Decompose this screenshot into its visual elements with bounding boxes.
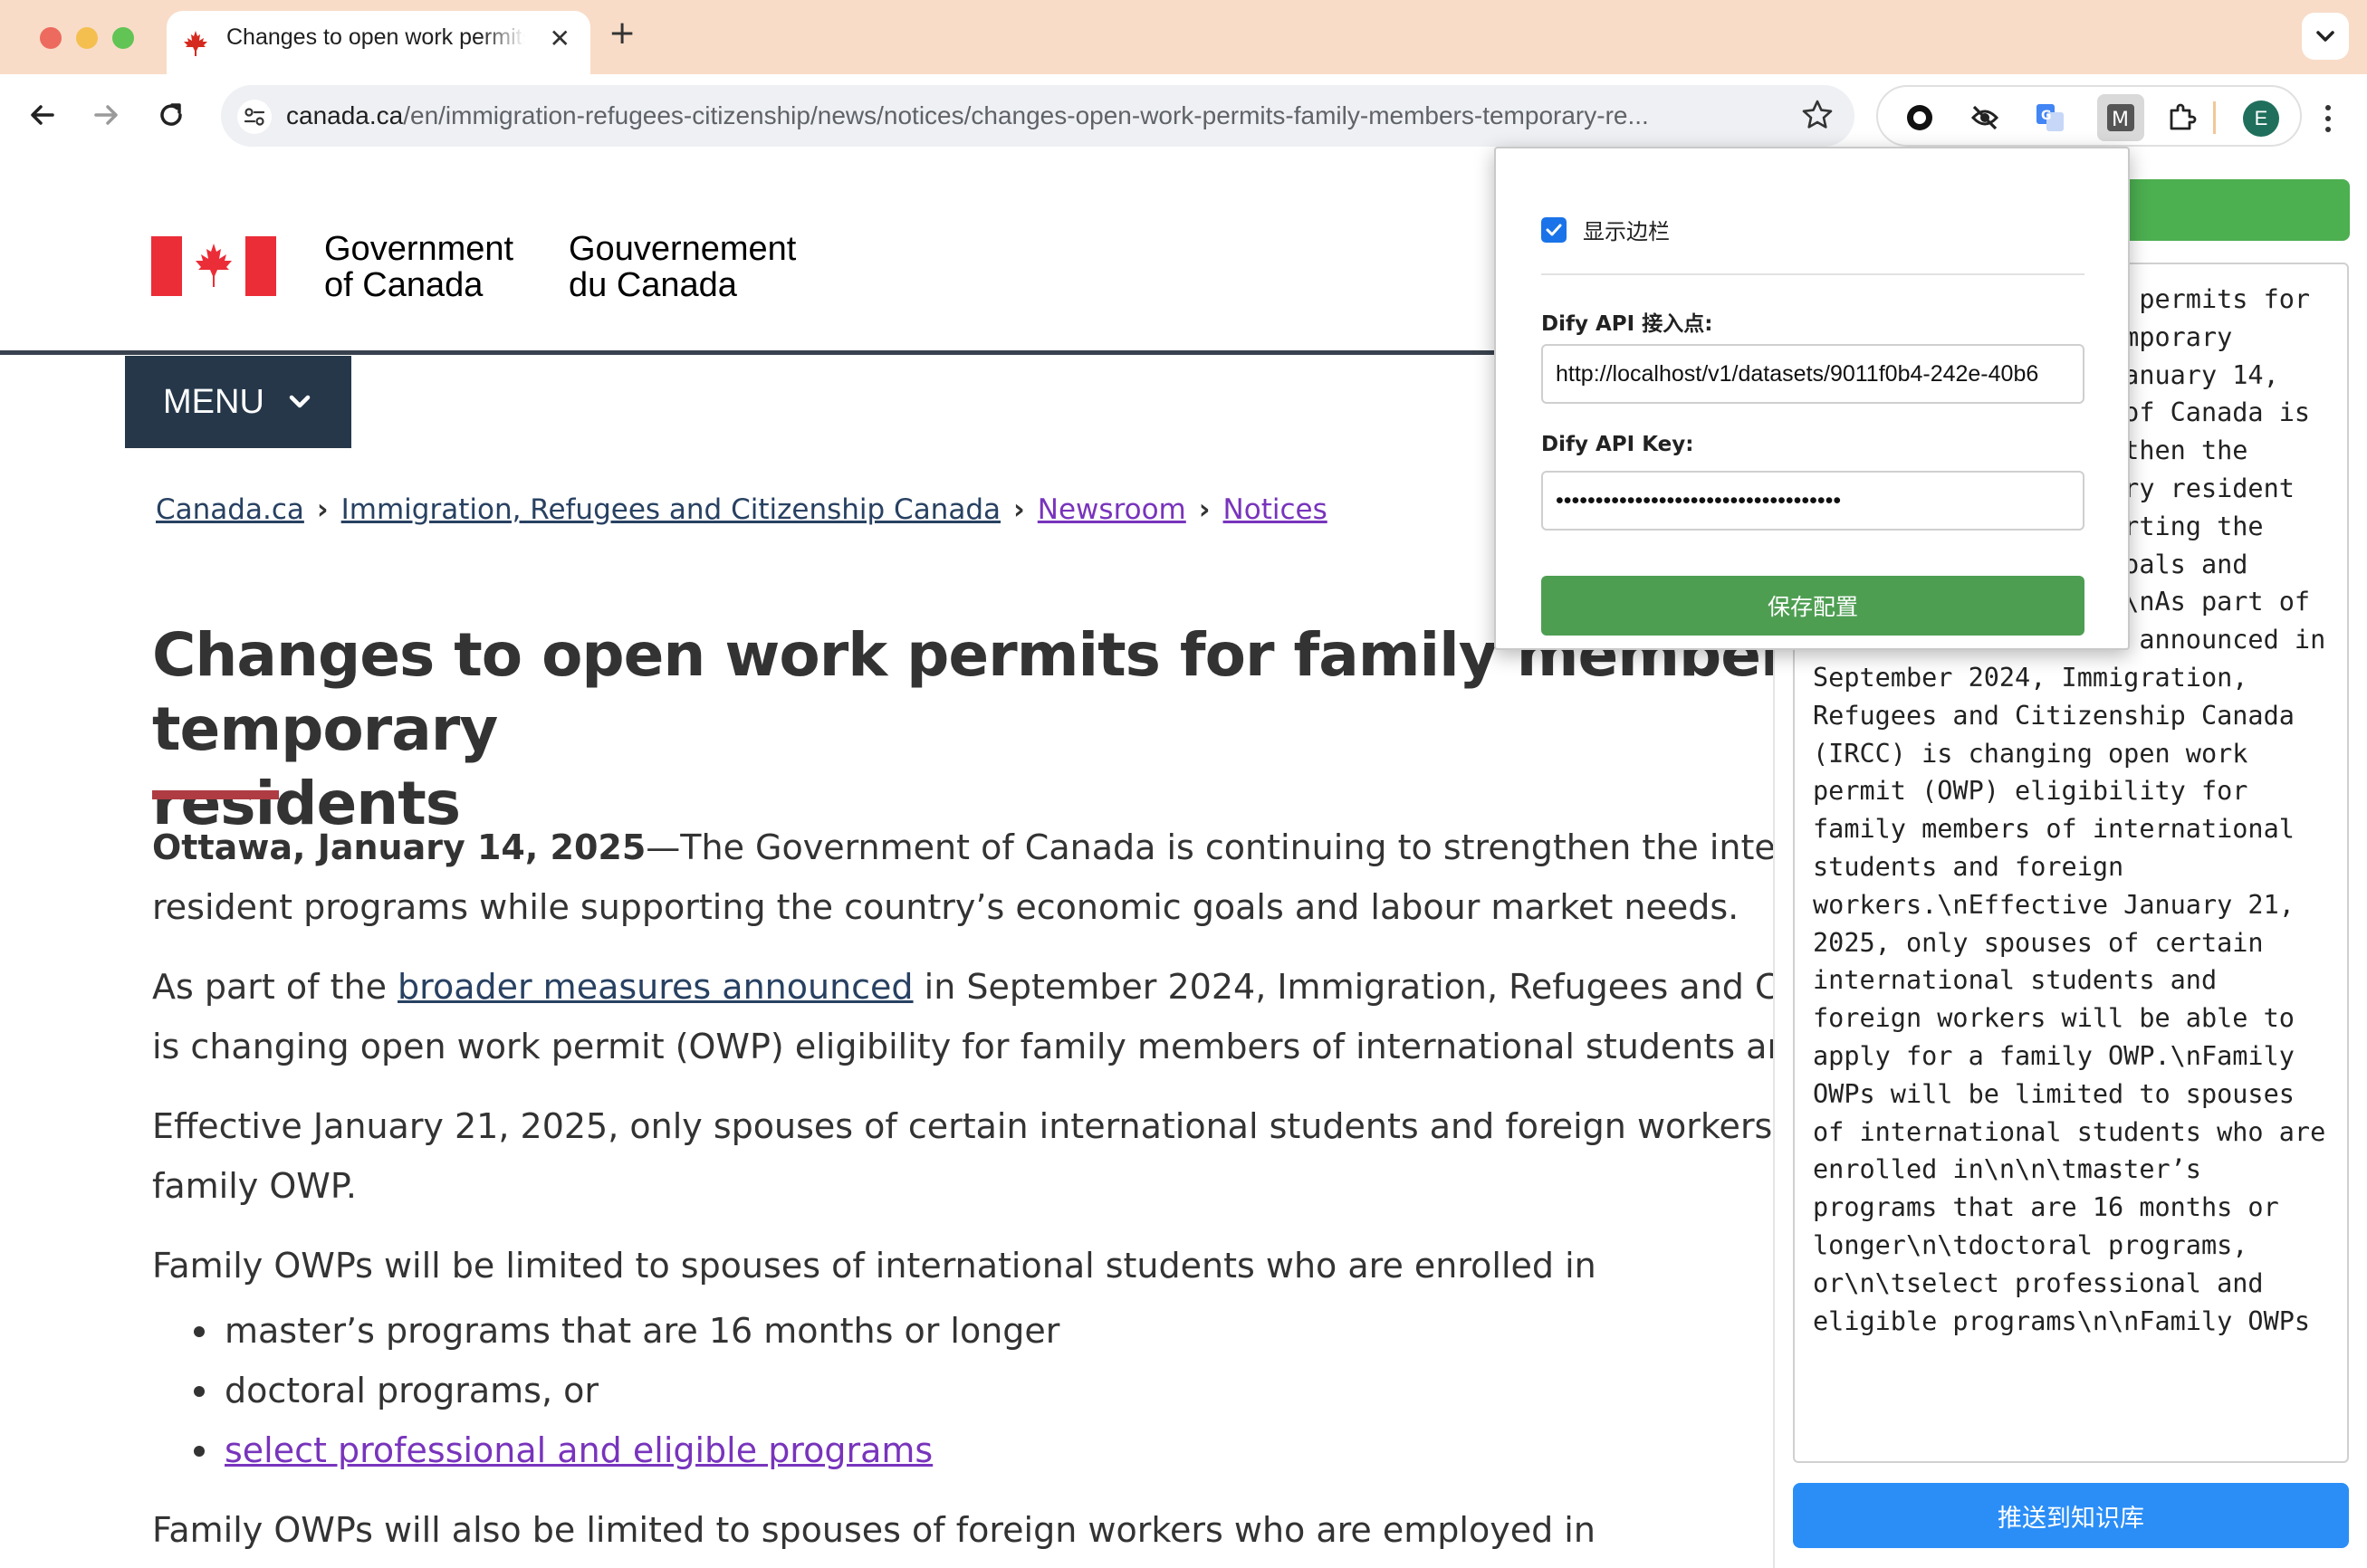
menu-label: MENU <box>163 382 264 421</box>
gov-fr-line2: du Canada <box>569 266 737 304</box>
breadcrumb-newsroom[interactable]: Newsroom <box>1038 493 1186 526</box>
p2-before: As part of the <box>152 967 398 1007</box>
gov-name-english[interactable]: Government of Canada <box>324 231 513 303</box>
puzzle-icon[interactable] <box>2164 100 2200 136</box>
extensions-strip: G M <box>1876 85 2302 147</box>
breadcrumb-canada[interactable]: Canada.ca <box>156 493 304 526</box>
push-to-knowledge-base-button[interactable]: 推送到知识库 <box>1793 1483 2349 1548</box>
browser-toolbar: canada.ca/en/immigration-refugees-citize… <box>0 74 2367 157</box>
extension-popup: 显示边栏 Dify API 接入点: Dify API Key: 保存配置 <box>1494 147 2130 650</box>
url-text[interactable]: canada.ca/en/immigration-refugees-citize… <box>286 101 1771 130</box>
broader-measures-link[interactable]: broader measures announced <box>398 967 914 1007</box>
chevron-right-icon: › <box>1198 493 1211 526</box>
show-sidebar-checkbox[interactable] <box>1541 216 1567 243</box>
breadcrumb-ircc[interactable]: Immigration, Refugees and Citizenship Ca… <box>341 493 1001 526</box>
save-config-button[interactable]: 保存配置 <box>1541 576 2084 636</box>
title-underline <box>152 790 279 799</box>
dateline: Ottawa, January 14, 2025 <box>152 827 647 867</box>
chevron-right-icon: › <box>1013 493 1025 526</box>
api-key-input[interactable] <box>1541 471 2084 531</box>
tune-icon <box>244 108 265 126</box>
circle-extension-icon[interactable] <box>1902 100 1938 136</box>
arrow-left-icon <box>31 105 54 125</box>
gov-en-line1: Government <box>324 230 514 268</box>
bookmark-star-icon[interactable] <box>1800 98 1835 136</box>
translate-extension-icon[interactable]: G <box>2032 100 2068 136</box>
gov-en-line2: of Canada <box>324 266 484 304</box>
eye-off-extension-icon[interactable] <box>1967 100 2003 136</box>
ext-m-letter: M <box>2112 109 2129 131</box>
back-button[interactable] <box>20 92 65 138</box>
toolbar-divider <box>2213 101 2216 134</box>
select-programs-link[interactable]: select professional and eligible program… <box>225 1430 933 1470</box>
gov-fr-line1: Gouvernement <box>569 230 797 268</box>
menu-button[interactable]: MENU <box>125 356 351 448</box>
url-host: canada.ca <box>286 101 404 129</box>
close-window-button[interactable] <box>40 27 62 49</box>
breadcrumb-notices[interactable]: Notices <box>1223 493 1327 526</box>
popup-divider <box>1541 273 2084 275</box>
address-bar[interactable]: canada.ca/en/immigration-refugees-citize… <box>221 85 1854 147</box>
breadcrumb: Canada.ca › Immigration, Refugees and Citi… <box>156 493 1327 526</box>
chevron-right-icon: › <box>316 493 329 526</box>
gov-name-french[interactable]: Gouvernement du Canada <box>569 231 796 303</box>
site-info-icon[interactable] <box>237 100 272 134</box>
svg-text:G: G <box>2041 109 2052 123</box>
new-tab-button[interactable]: + <box>609 14 636 52</box>
maximize-window-button[interactable] <box>112 27 134 49</box>
tab-active[interactable]: Changes to open work permits for family … <box>167 11 590 74</box>
show-sidebar-row: 显示边栏 <box>1541 214 1670 245</box>
forward-button[interactable] <box>83 92 129 138</box>
tab-title: Changes to open work permits for family … <box>226 24 525 50</box>
endpoint-input[interactable] <box>1541 344 2084 404</box>
close-tab-icon[interactable]: ✕ <box>550 24 570 53</box>
url-path: /en/immigration-refugees-citizenship/new… <box>403 101 1649 129</box>
minimize-window-button[interactable] <box>76 27 98 49</box>
tab-search-button[interactable] <box>2302 13 2349 60</box>
endpoint-label: Dify API 接入点: <box>1541 312 1713 336</box>
reload-button[interactable] <box>149 92 194 138</box>
maple-leaf-icon <box>184 31 207 56</box>
chevron-down-icon <box>289 395 311 408</box>
tab-strip: Changes to open work permits for family … <box>0 0 2367 74</box>
browser-chrome: Changes to open work permits for family … <box>0 0 2367 157</box>
reload-icon <box>160 103 182 126</box>
api-key-label: Dify API Key: <box>1541 433 1694 456</box>
canada-flag-icon[interactable] <box>151 236 276 296</box>
m-extension-icon[interactable]: M <box>2097 94 2144 141</box>
star-icon <box>1802 100 1833 129</box>
show-sidebar-label: 显示边栏 <box>1583 219 1670 244</box>
browser-menu-icon[interactable] <box>2314 96 2342 141</box>
arrow-right-icon <box>94 105 118 125</box>
profile-avatar[interactable]: E <box>2243 100 2279 137</box>
checkmark-icon <box>1546 224 1562 235</box>
chevron-down-icon <box>2316 31 2334 42</box>
